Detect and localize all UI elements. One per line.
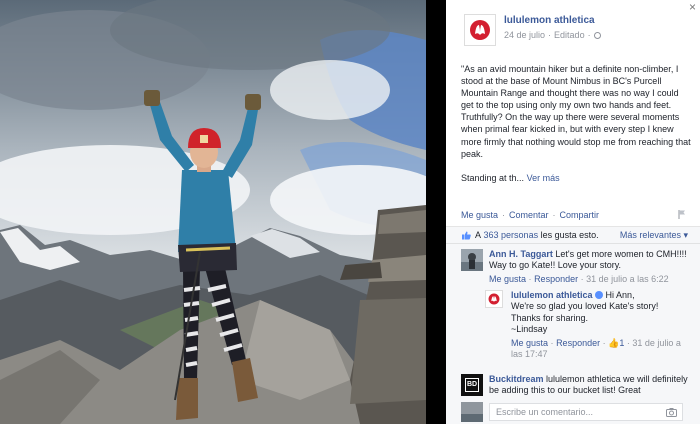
avatar[interactable] — [485, 290, 503, 308]
comment-action[interactable]: Comentar — [509, 210, 549, 220]
comment-input[interactable]: Escribe un comentario... — [489, 403, 683, 421]
comment-actions: Me gusta · Responder · 👍1 · 31 de julio … — [511, 338, 689, 361]
chevron-down-icon: ▾ — [683, 229, 688, 240]
comment-input-placeholder: Escribe un comentario... — [496, 407, 594, 417]
action-separator: · — [550, 338, 554, 349]
meta-separator: · — [548, 30, 552, 40]
comment-sort-dropdown[interactable]: Más relevantes ▾ — [620, 230, 688, 241]
close-icon[interactable]: × — [689, 1, 696, 13]
thumbs-up-icon: 👍 — [608, 338, 620, 349]
photo-margin — [426, 0, 446, 424]
comment-author[interactable]: lululemon athletica — [511, 290, 593, 300]
likes-suffix: les gusta esto. — [540, 230, 599, 240]
post-body: "As an avid mountain hiker but a definit… — [461, 63, 693, 196]
reply-line-3: ~Lindsay — [511, 323, 548, 334]
post-tail: Standing at th... Ver más — [461, 172, 693, 184]
globe-icon — [593, 31, 601, 39]
action-separator: · — [502, 210, 506, 220]
edited-label[interactable]: Editado — [554, 30, 585, 40]
likes-prefix: A — [475, 230, 482, 240]
post-meta: 24 de julio · Editado · — [504, 30, 601, 40]
likes-summary: A 363 personas les gusta esto. Más relev… — [446, 227, 700, 244]
avatar[interactable] — [461, 249, 483, 271]
action-separator: · — [528, 273, 532, 284]
comment: Ann H. Taggart Let's get more women to C… — [461, 249, 691, 285]
action-separator: · — [580, 273, 584, 284]
lululemon-logo-icon[interactable] — [464, 14, 496, 46]
action-separator: · — [626, 338, 630, 349]
verified-badge-icon — [595, 291, 604, 299]
post-photo[interactable] — [0, 0, 426, 424]
comment-content: lululemon athletica Hi Ann, We're so gla… — [511, 290, 689, 361]
comment: BD Buckitdream lululemon athletica we wi… — [461, 374, 691, 397]
action-separator: · — [602, 338, 606, 349]
post-tail-text: Standing at th... — [461, 172, 525, 183]
comment-like-link[interactable]: Me gusta — [489, 274, 526, 284]
thumbs-up-icon — [462, 231, 471, 239]
post-actions: Me gusta · Comentar · Compartir — [461, 210, 599, 220]
see-more-link[interactable]: Ver más — [527, 173, 560, 183]
comment-time[interactable]: 31 de julio a las 6:22 — [586, 274, 669, 284]
likes-people-link[interactable]: 363 personas — [484, 230, 539, 240]
page-name-link[interactable]: lululemon athletica — [504, 15, 601, 26]
comment-author[interactable]: Ann H. Taggart — [489, 249, 553, 259]
post-header: lululemon athletica 24 de julio · Editad… — [464, 14, 601, 46]
comment-sort-label: Más relevantes — [619, 229, 681, 240]
lululemon-logo-icon — [488, 293, 500, 305]
comment-reply: lululemon athletica Hi Ann, We're so gla… — [485, 290, 695, 361]
comment-reply-link[interactable]: Responder — [556, 338, 600, 348]
flag-icon[interactable] — [678, 210, 686, 219]
avatar — [461, 402, 483, 422]
comment-reply-link[interactable]: Responder — [534, 274, 578, 284]
like-count-value: 1 — [619, 338, 625, 349]
post-date[interactable]: 24 de julio — [504, 30, 545, 40]
like-action[interactable]: Me gusta — [461, 210, 498, 220]
comment-author[interactable]: Buckitdream — [489, 374, 544, 384]
reply-line-2: We're so glad you loved Kate's story! Th… — [511, 301, 659, 323]
comment-like-link[interactable]: Me gusta — [511, 338, 548, 348]
buckitdream-logo-icon: BD — [464, 378, 480, 392]
comment-content: Buckitdream lululemon athletica we will … — [489, 374, 691, 397]
photo-illustration — [0, 0, 426, 424]
post-details-panel: × lululemon athletica 24 de julio · Edit… — [446, 0, 700, 424]
avatar[interactable]: BD — [461, 374, 483, 396]
photo-viewer: × lululemon athletica 24 de julio · Edit… — [0, 0, 700, 424]
action-separator: · — [552, 210, 556, 220]
meta-separator: · — [587, 30, 591, 40]
comment-like-count[interactable]: 👍1 — [608, 338, 624, 348]
share-action[interactable]: Compartir — [560, 210, 600, 220]
post-quote: "As an avid mountain hiker but a definit… — [461, 64, 691, 159]
reply-line-1: Hi Ann, — [605, 290, 635, 300]
camera-icon[interactable] — [666, 408, 677, 417]
comment-composer: Escribe un comentario... — [461, 402, 683, 422]
comment-content: Ann H. Taggart Let's get more women to C… — [489, 249, 691, 285]
comment-actions: Me gusta · Responder · 31 de julio a las… — [489, 274, 691, 285]
